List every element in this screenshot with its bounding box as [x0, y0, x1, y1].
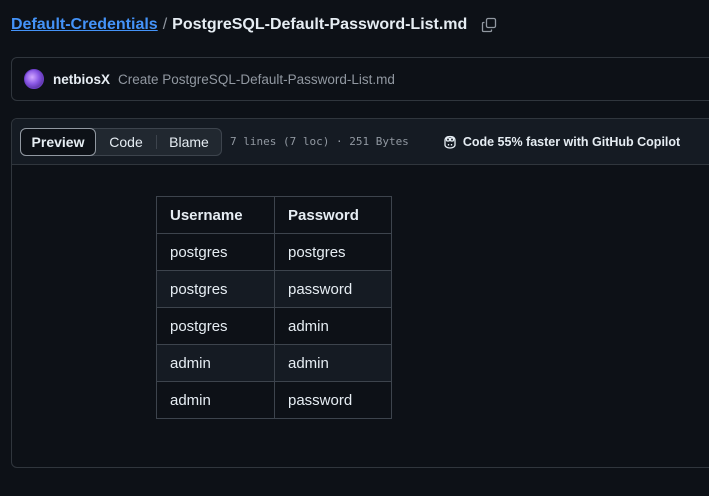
tab-code[interactable]: Code: [96, 129, 156, 155]
breadcrumb-separator: /: [162, 16, 168, 33]
file-viewer: Preview Code Blame 7 lines (7 loc) · 251…: [11, 118, 709, 468]
repo-link[interactable]: Default-Credentials: [11, 16, 158, 34]
credentials-table: Username Password postgres postgres post…: [156, 196, 392, 419]
commit-message[interactable]: Create PostgreSQL-Default-Password-List.…: [118, 72, 395, 87]
cell-password: admin: [274, 344, 392, 382]
tab-blame[interactable]: Blame: [157, 129, 221, 155]
column-header-username: Username: [156, 196, 275, 234]
column-header-password: Password: [274, 196, 392, 234]
file-header: Preview Code Blame 7 lines (7 loc) · 251…: [12, 119, 709, 165]
cell-password: admin: [274, 307, 392, 345]
breadcrumb: Default-Credentials / PostgreSQL-Default…: [11, 14, 497, 36]
cell-username: postgres: [156, 233, 275, 271]
cell-password: postgres: [274, 233, 392, 271]
commit-author[interactable]: netbiosX: [53, 72, 110, 87]
cell-username: postgres: [156, 307, 275, 345]
cell-password: password: [274, 381, 392, 419]
cell-username: admin: [156, 381, 275, 419]
cell-username: admin: [156, 344, 275, 382]
copy-icon[interactable]: [481, 17, 497, 33]
latest-commit-bar: netbiosX Create PostgreSQL-Default-Passw…: [11, 57, 709, 101]
table-row: postgres password: [156, 270, 392, 308]
tab-preview[interactable]: Preview: [20, 127, 96, 156]
copilot-icon: [444, 135, 456, 149]
table-row: postgres admin: [156, 307, 392, 345]
table-row: admin admin: [156, 344, 392, 382]
table-row: postgres postgres: [156, 233, 392, 271]
copilot-promo[interactable]: Code 55% faster with GitHub Copilot: [442, 134, 680, 150]
file-name: PostgreSQL-Default-Password-List.md: [172, 16, 468, 33]
cell-password: password: [274, 270, 392, 308]
file-meta: 7 lines (7 loc) · 251 Bytes: [230, 135, 409, 148]
cell-username: postgres: [156, 270, 275, 308]
table-row: admin password: [156, 381, 392, 419]
view-toggle: Preview Code Blame: [20, 127, 222, 156]
table-header-row: Username Password: [156, 196, 392, 234]
copilot-text: Code 55% faster with GitHub Copilot: [462, 134, 681, 149]
avatar[interactable]: [24, 69, 44, 89]
